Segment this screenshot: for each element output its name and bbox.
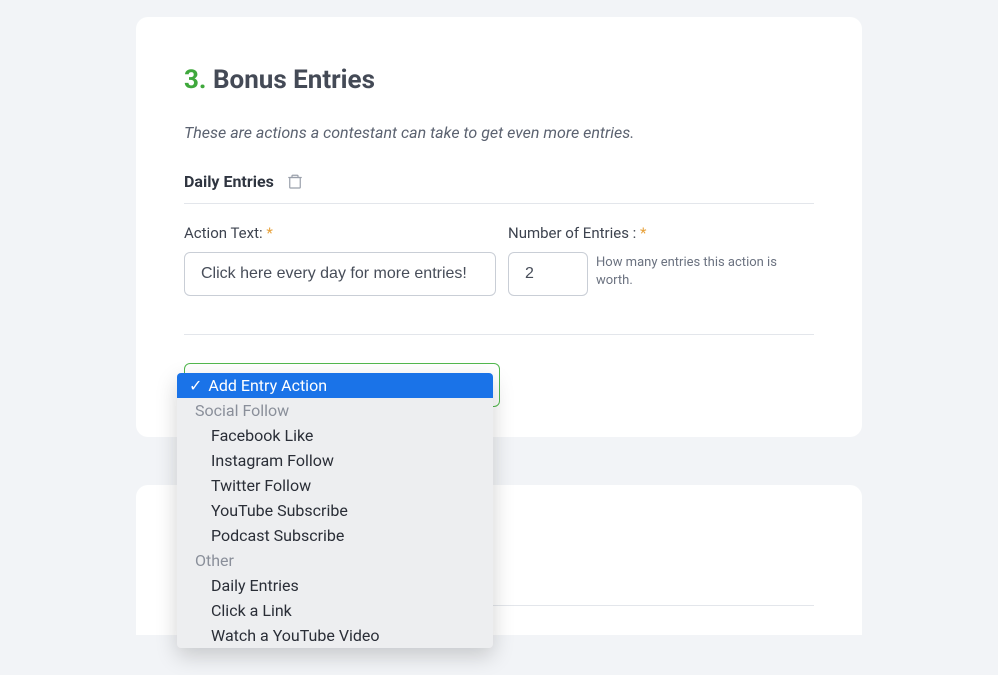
number-row: How many entries this action is worth. [508, 252, 814, 296]
action-text-col: Action Text: * [184, 224, 496, 296]
dropdown-group-social: Social Follow [177, 398, 493, 423]
action-text-label: Action Text: * [184, 224, 496, 242]
action-text-input[interactable] [184, 252, 496, 296]
dropdown-item-click-link[interactable]: Click a Link [177, 598, 493, 623]
dropdown-item-podcast-subscribe[interactable]: Podcast Subscribe [177, 523, 493, 548]
section-title: 3. Bonus Entries [184, 65, 814, 95]
section-title-text: Bonus Entries [213, 65, 375, 95]
dropdown-selected-label: Add Entry Action [208, 376, 327, 395]
add-entry-dropdown: ✓ Add Entry Action Social Follow Facebook… [177, 373, 493, 648]
section-number: 3. [184, 65, 206, 95]
dropdown-group-other: Other [177, 548, 493, 573]
required-asterisk: * [266, 224, 272, 242]
section-description: These are actions a contestant can take … [184, 123, 814, 142]
trash-icon[interactable] [286, 173, 304, 191]
required-asterisk: * [640, 224, 646, 242]
dropdown-selected-item[interactable]: ✓ Add Entry Action [177, 373, 493, 398]
number-entries-input[interactable] [508, 252, 588, 296]
dropdown-item-facebook-like[interactable]: Facebook Like [177, 423, 493, 448]
dropdown-item-daily-entries[interactable]: Daily Entries [177, 573, 493, 598]
dropdown-item-youtube-subscribe[interactable]: YouTube Subscribe [177, 498, 493, 523]
entry-label: Daily Entries [184, 172, 274, 191]
dropdown-item-watch-youtube[interactable]: Watch a YouTube Video [177, 623, 493, 648]
bonus-entries-card: 3. Bonus Entries These are actions a con… [136, 17, 862, 437]
check-icon: ✓ [189, 376, 202, 395]
number-entries-col: Number of Entries : * How many entries t… [508, 224, 814, 296]
card-inner: 3. Bonus Entries These are actions a con… [136, 65, 862, 407]
number-entries-helper: How many entries this action is worth. [596, 254, 796, 290]
dropdown-item-instagram-follow[interactable]: Instagram Follow [177, 448, 493, 473]
number-entries-label-text: Number of Entries : [508, 224, 636, 242]
number-entries-label: Number of Entries : * [508, 224, 814, 242]
entry-header-row: Daily Entries [184, 172, 814, 204]
fields-row: Action Text: * Number of Entries : * How… [184, 224, 814, 335]
add-entry-select-container: ✓Add Entry Action Social Follow Facebook… [184, 363, 500, 407]
dropdown-item-twitter-follow[interactable]: Twitter Follow [177, 473, 493, 498]
action-text-label-text: Action Text: [184, 224, 263, 242]
